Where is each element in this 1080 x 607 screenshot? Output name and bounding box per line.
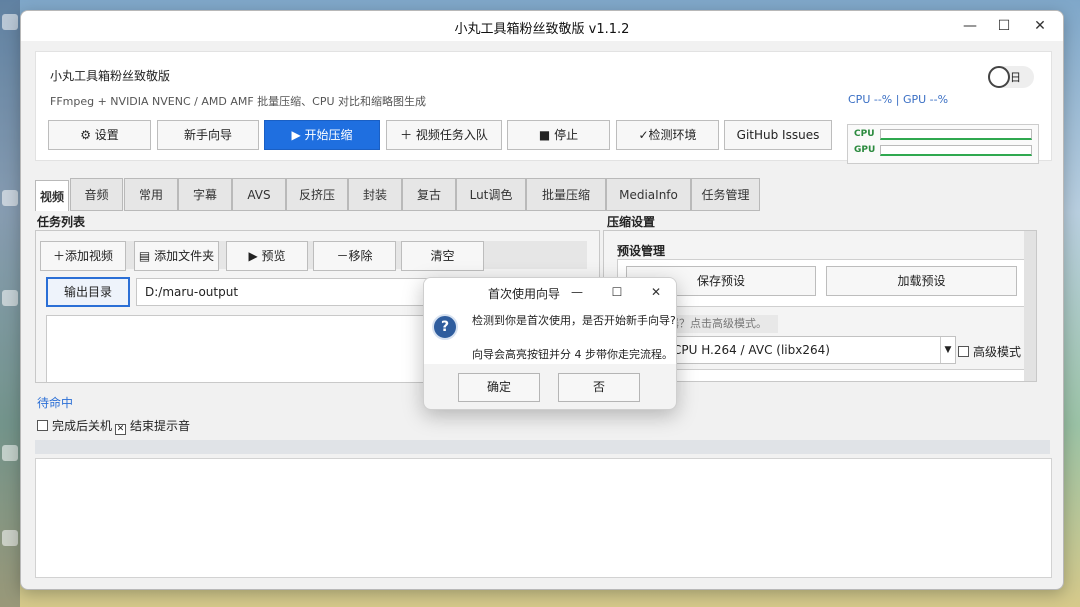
compress-settings-title: 压缩设置: [607, 215, 656, 229]
vertical-scrollbar[interactable]: [1024, 231, 1036, 381]
dialog-minimize-button[interactable]: —: [566, 282, 588, 302]
stop-button[interactable]: ■ 停止: [507, 120, 610, 150]
dialog-title: 首次使用向导: [488, 287, 561, 301]
tab-subtitle[interactable]: 字幕: [178, 178, 232, 211]
encoder-select[interactable]: CPU H.264 / AVC (libx264) ▼: [664, 336, 956, 364]
question-icon: ?: [432, 314, 458, 340]
load-preset-button[interactable]: 加载预设: [826, 266, 1017, 296]
window-title: 小丸工具箱粉丝致敬版 v1.1.2: [454, 22, 630, 37]
tab-common[interactable]: 常用: [124, 178, 178, 211]
play-sound-label: 结束提示音: [130, 419, 191, 433]
progress-bar: [35, 440, 1050, 454]
desktop-app-icon[interactable]: [2, 445, 18, 461]
wizard-button[interactable]: 新手向导: [157, 120, 259, 150]
dialog-ok-button[interactable]: 确定: [458, 373, 540, 402]
tab-lut[interactable]: Lut调色: [456, 178, 526, 211]
dialog-message-line2: 向导会高亮按钮并分 4 步带你走完流程。: [472, 348, 673, 361]
theme-toggle[interactable]: 日: [988, 66, 1034, 88]
gpu-usage-bar: [880, 145, 1032, 156]
close-button[interactable]: ✕: [1017, 11, 1063, 41]
tab-task-manager[interactable]: 任务管理: [691, 178, 760, 211]
dialog-title-bar[interactable]: 首次使用向导 — ☐ ✕: [424, 278, 676, 306]
more-settings-box: [664, 369, 1026, 381]
encoder-select-value: CPU H.264 / AVC (libx264): [673, 343, 830, 357]
dialog-close-button[interactable]: ✕: [645, 282, 667, 302]
preset-box: 保存预设 加载预设: [617, 259, 1027, 307]
app-name: 小丸工具箱粉丝致敬版: [50, 69, 171, 83]
chevron-down-icon[interactable]: ▼: [940, 337, 955, 363]
dialog-message-line1: 检测到你是首次使用，是否开始新手向导?: [472, 314, 676, 327]
checkbox-icon: [958, 346, 969, 357]
start-compress-button[interactable]: ▶ 开始压缩: [264, 120, 380, 150]
desktop-app-icon[interactable]: [2, 530, 18, 546]
tab-anti-squeeze[interactable]: 反挤压: [286, 178, 348, 211]
task-list-title: 任务列表: [37, 215, 86, 229]
app-subtitle: FFmpeg + NVIDIA NVENC / AMD AMF 批量压缩、CPU…: [50, 95, 427, 108]
desktop-icon-strip: [0, 0, 20, 607]
cpu-gpu-stats: CPU --% | GPU --%: [848, 93, 949, 106]
checked-icon: ✕: [115, 424, 126, 435]
header-panel: 小丸工具箱粉丝致敬版 FFmpeg + NVIDIA NVENC / AMD A…: [35, 51, 1052, 164]
monitor-gpu-label: GPU: [854, 145, 876, 155]
dialog-maximize-button[interactable]: ☐: [606, 282, 628, 302]
cpu-usage-bar: [880, 129, 1032, 140]
preset-title: 预设管理: [617, 244, 666, 258]
desktop-app-icon[interactable]: [2, 190, 18, 206]
play-sound-checkbox[interactable]: ✕ 结束提示音: [115, 417, 190, 435]
tab-audio[interactable]: 音频: [70, 178, 123, 211]
add-video-button[interactable]: ＋添加视频: [40, 241, 126, 271]
first-use-dialog: 首次使用向导 — ☐ ✕ ? 检测到你是首次使用，是否开始新手向导? 向导会高亮…: [423, 277, 677, 410]
clear-button[interactable]: 清空: [401, 241, 484, 271]
enqueue-task-button[interactable]: ＋ 视频任务入队: [386, 120, 502, 150]
shutdown-after-checkbox[interactable]: 完成后关机: [37, 417, 112, 434]
tab-video[interactable]: 视频: [35, 180, 69, 212]
tab-mux[interactable]: 封装: [348, 178, 402, 211]
desktop-app-icon[interactable]: [2, 290, 18, 306]
add-folder-button[interactable]: ▤ 添加文件夹: [134, 241, 219, 271]
check-env-button[interactable]: ✓检测环境: [616, 120, 719, 150]
resource-monitor: CPU GPU: [847, 124, 1039, 164]
settings-button[interactable]: ⚙ 设置: [48, 120, 151, 150]
advanced-hint: 器？点击高级模式。: [664, 315, 778, 333]
dialog-body: ? 检测到你是首次使用，是否开始新手向导? 向导会高亮按钮并分 4 步带你走完流…: [424, 306, 676, 364]
theme-toggle-label: 日: [1010, 71, 1021, 84]
tab-batch[interactable]: 批量压缩: [526, 178, 606, 211]
monitor-cpu-label: CPU: [854, 129, 875, 139]
advanced-mode-checkbox[interactable]: 高级模式: [958, 343, 1021, 360]
toggle-knob: [988, 66, 1010, 88]
output-dir-button[interactable]: 输出目录: [46, 277, 130, 307]
github-issues-button[interactable]: GitHub Issues: [724, 120, 832, 150]
advanced-mode-label: 高级模式: [973, 345, 1022, 359]
tab-mediainfo[interactable]: MediaInfo: [606, 178, 691, 211]
checkbox-icon: [37, 420, 48, 431]
shutdown-after-label: 完成后关机: [52, 419, 113, 433]
log-output[interactable]: [35, 458, 1052, 578]
status-text: 待命中: [37, 396, 74, 410]
remove-button[interactable]: －移除: [313, 241, 396, 271]
tab-avs[interactable]: AVS: [232, 178, 286, 211]
dialog-no-button[interactable]: 否: [558, 373, 640, 402]
preview-button[interactable]: ▶ 预览: [226, 241, 308, 271]
desktop-app-icon[interactable]: [2, 14, 18, 30]
title-bar[interactable]: 小丸工具箱粉丝致敬版 v1.1.2 — ☐ ✕: [21, 11, 1063, 41]
tab-retro[interactable]: 复古: [402, 178, 456, 211]
